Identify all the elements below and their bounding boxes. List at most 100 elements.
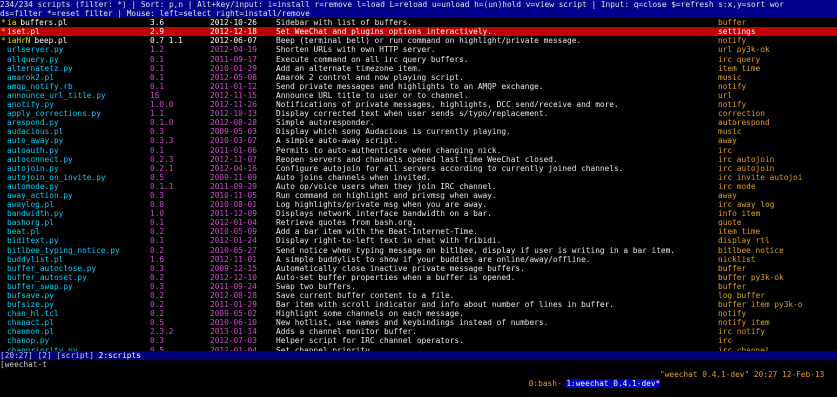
script-row[interactable]: alternatetz.py 0.1 2010-01-29 Add an altern… — [0, 64, 837, 73]
script-row[interactable]: awaylog.pl 0.8 2010-08-01 Log highlights/pr… — [0, 200, 837, 209]
script-date: 2012-11-15 — [210, 90, 257, 100]
script-name: chanact.pl — [7, 318, 54, 328]
script-tags: correction — [718, 109, 765, 119]
script-version: 0.2 — [150, 272, 165, 282]
script-tags: notify — [718, 100, 747, 110]
script-tags: away — [718, 190, 737, 200]
script-name: buffer_autoclose.py — [7, 263, 97, 273]
script-row[interactable]: autoauth.py 0.1 2011-01-06 Permits to auto-… — [0, 146, 837, 155]
script-tags: notify — [718, 309, 747, 319]
script-version: 0.3 — [150, 190, 165, 200]
script-row[interactable]: * beep.pl 0.7 1.1 2012-06-07 Beep (terminal … — [0, 36, 837, 45]
script-name: bufsave.py — [7, 291, 54, 300]
script-date: 2013-01-14 — [210, 327, 257, 337]
script-description: Shorten URLs with own HTTP server. — [276, 45, 436, 55]
script-row[interactable]: chanop.py 0.3 2012-07-03 Helper script for … — [0, 336, 837, 345]
script-row[interactable]: buffer_autoset.py 0.2 2012-12-10 Auto-set b… — [0, 273, 837, 282]
script-row[interactable]: allquery.py 0.1 2011-09-17 Execute command … — [0, 55, 837, 64]
script-tags: irc — [718, 336, 733, 346]
script-version: 0.1 — [150, 54, 165, 64]
script-row[interactable]: autojoin.py 0.2.1 2012-04-16 Configure auto… — [0, 164, 837, 173]
tmux-window-list: 0:bash- 1:weechat 0.4.1-dev* — [510, 370, 661, 397]
script-description: Permits to auto-authenticate when changi… — [276, 145, 502, 155]
script-description: Helper script for IRC channel operators. — [276, 336, 464, 346]
script-name: buddylist.pl — [7, 254, 64, 264]
script-description: Add an alternate timezone item. — [276, 63, 422, 73]
script-description: Retrieve quotes from bash.org. — [276, 218, 417, 228]
script-name: allquery.py — [7, 54, 59, 64]
script-row[interactable]: chanmon.pl 2.3.2 2013-01-14 Adds a channel … — [0, 327, 837, 336]
script-description: Log highlights/private msg when you are … — [276, 200, 488, 210]
script-version: 0.1 — [150, 236, 165, 246]
script-description: Automatically close inactive private mes… — [276, 263, 525, 273]
script-date: 2012-06-07 — [210, 36, 257, 46]
script-name: awaylog.pl — [7, 200, 54, 210]
script-name: autojoin_on_invite.py — [7, 172, 106, 182]
script-tags: info item — [718, 209, 761, 219]
script-version: 0.3 — [150, 281, 165, 291]
script-description: Configure autojoin for all servers accor… — [276, 163, 624, 173]
script-version: 1.0 — [150, 209, 165, 219]
script-row[interactable]: buffer_swap.py 0.3 2011-09-24 Swap two buff… — [0, 282, 837, 291]
script-description: A simple auto-away script. — [276, 136, 399, 146]
script-row[interactable]: chanact.pl 0.5 2010-06-10 New hotlist, use … — [0, 318, 837, 327]
script-row[interactable]: amqp_notify.rb 0.1 2011-01-12 Send private … — [0, 82, 837, 91]
script-row[interactable]: anotify.py 1.0.0 2012-11-26 Notifications o… — [0, 100, 837, 109]
script-version: 0.1.1 — [150, 181, 174, 191]
script-description: Beep (terminal bell) or run command on h… — [276, 36, 582, 46]
script-date: 2009-05-02 — [210, 309, 257, 319]
script-row[interactable]: apply_corrections.py 1.1 2012-10-13 Display… — [0, 109, 837, 118]
script-date: 2010-08-01 — [210, 200, 257, 210]
status-bar: [20:27] [2] [script] 2:scripts — [0, 351, 837, 361]
script-description: Reopen servers and channels opened last … — [276, 154, 558, 164]
script-row[interactable]: bufsave.py 0.2 2012-08-28 Save current buff… — [0, 291, 837, 300]
script-row[interactable]: autojoin_on_invite.py 0.5 2009-11-09 Auto j… — [0, 173, 837, 182]
script-row[interactable]: chan_hl.tcl 0.2 2009-05-02 Highlight some c… — [0, 309, 837, 318]
script-name: buffer_autoset.py — [7, 272, 87, 282]
tmux-status-right: "weechat 0.4.1-dev" 20:27 12-Feb-13 — [660, 370, 825, 379]
script-row[interactable]: urlserver.py 1.2 2012-04-19 Shorten URLs wi… — [0, 45, 837, 54]
script-row[interactable]: audacious.pl 0.3 2009-05-03 Display which s… — [0, 127, 837, 136]
script-name: bashorg.pl — [7, 218, 54, 228]
script-date: 2011-09-29 — [210, 181, 257, 191]
script-name: biditext.py — [7, 236, 59, 246]
tmux-window-bash[interactable]: 0:bash- — [529, 379, 562, 388]
script-name: automode.py — [7, 181, 59, 191]
script-tags: url py3k-ok — [718, 45, 770, 55]
script-description: Auto-set buffer properties when a buffer… — [276, 272, 516, 282]
script-row[interactable]: auto_away.py 0.3.3 2010-03-07 A simple auto… — [0, 136, 837, 145]
script-name: bitlbee_typing_notice.py — [7, 245, 120, 255]
script-row[interactable]: biditext.py 0.1 2012-01-24 Display right-to… — [0, 236, 837, 245]
script-row[interactable]: bandwidth.py 1.0 2011-12-09 Displays networ… — [0, 209, 837, 218]
script-row[interactable]: automode.py 0.1.1 2011-09-29 Auto op/voice … — [0, 182, 837, 191]
script-date: 2009-05-03 — [210, 127, 257, 137]
script-version: 3.6 — [150, 18, 165, 28]
script-description: Auto op/voice users when they join IRC c… — [276, 181, 497, 191]
script-row[interactable]: away_action.py 0.3 2010-11-05 Run command o… — [0, 191, 837, 200]
script-list[interactable]: * buffers.pl 3.6 2012-10-26 Sidebar with lis… — [0, 18, 837, 355]
script-row[interactable]: bashorg.pl 0.1 2012-01-04 Retrieve quotes f… — [0, 218, 837, 227]
tmux-window-weechat[interactable]: 1:weechat 0.4.1-dev* — [566, 379, 661, 389]
script-version: 0.2.1 — [150, 163, 174, 173]
script-row[interactable]: bitlbee_typing_notice.py 0.2 2010-05-27 Sen… — [0, 246, 837, 255]
script-row[interactable]: announce_url_title.py 16 2012-11-15 Announc… — [0, 91, 837, 100]
script-description: Save current buffer content to a file. — [276, 291, 455, 300]
script-row[interactable]: beat.pl 0.2 2010-05-09 Add a bar item with … — [0, 227, 837, 236]
script-row[interactable]: autoconnect.py 0.2.3 2012-11-07 Reopen serv… — [0, 155, 837, 164]
script-version: 0.5 — [150, 318, 165, 328]
script-row[interactable]: buddylist.pl 1.6 2012-11-01 A simple buddyl… — [0, 255, 837, 264]
script-tags: irc away log — [718, 200, 775, 210]
script-description: New hotlist, use names and keybindings i… — [276, 318, 549, 328]
input-line[interactable]: [weechat-t — [0, 360, 837, 370]
script-version: 16 — [150, 90, 160, 100]
script-date: 2012-04-16 — [210, 163, 257, 173]
script-row[interactable]: * buffers.pl 3.6 2012-10-26 Sidebar with lis… — [0, 18, 837, 27]
script-row[interactable]: * iset.pl 2.9 2012-12-18 Set WeeChat and plu… — [0, 27, 837, 37]
script-version: 0.7 1.1 — [150, 36, 183, 46]
script-version: 0.3 — [150, 263, 165, 273]
script-row[interactable]: arespond.py 0.1.0 2012-08-28 Simple autores… — [0, 118, 837, 127]
script-row[interactable]: amarok2.pl 0.1 2012-05-08 Amarok 2 control … — [0, 73, 837, 82]
script-date: 2012-05-08 — [210, 72, 257, 82]
script-row[interactable]: bufsize.py 0.2 2011-01-29 Bar item with scr… — [0, 300, 837, 309]
script-row[interactable]: buffer_autoclose.py 0.3 2009-12-15 Automati… — [0, 264, 837, 273]
